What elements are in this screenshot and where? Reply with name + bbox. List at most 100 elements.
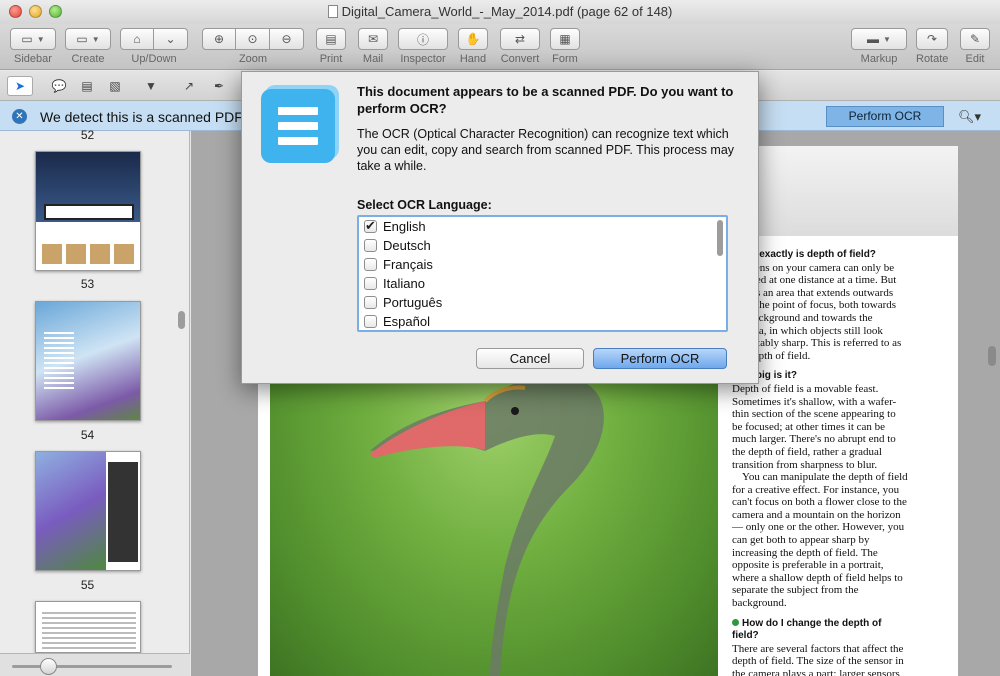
hand-button[interactable]: ✋ xyxy=(458,28,488,50)
convert-label: Convert xyxy=(500,53,540,65)
language-option-français[interactable]: Français xyxy=(359,255,726,274)
create-icon: ▭ xyxy=(76,32,88,46)
page-down-button[interactable]: ⌄ xyxy=(154,28,188,50)
language-option-español[interactable]: Español xyxy=(359,312,726,330)
sidebar-scroll-knob[interactable] xyxy=(178,311,185,329)
thumbnail-size-slider[interactable] xyxy=(12,665,172,668)
zoom-in-icon: ⊕ xyxy=(213,32,225,46)
zoom-actual-icon: ⊙ xyxy=(247,32,258,46)
ocr-language-list[interactable]: English Deutsch Français Italiano Português E… xyxy=(357,215,728,332)
language-label: Français xyxy=(383,257,433,272)
chevron-down-icon: ▼ xyxy=(36,34,45,44)
language-checkbox[interactable] xyxy=(364,315,377,328)
language-checkbox[interactable] xyxy=(364,277,377,290)
document-icon xyxy=(327,5,338,18)
page-thumbnail-56[interactable] xyxy=(35,601,141,653)
page-up-icon: ⌂ xyxy=(133,32,141,46)
language-label: Deutsch xyxy=(383,238,431,253)
form-control[interactable]: ▦ Form xyxy=(550,28,580,65)
thumbnail-title-block xyxy=(44,204,134,220)
edit-button[interactable]: ✎ xyxy=(960,28,990,50)
text-box-tool-button[interactable]: ▤ xyxy=(74,76,100,96)
markup-control[interactable]: ▬ ▼ Markup xyxy=(851,28,907,65)
close-icon[interactable]: ✕ xyxy=(12,109,27,124)
text-icon: ▧ xyxy=(109,79,121,93)
language-option-deutsch[interactable]: Deutsch xyxy=(359,236,726,255)
select-tool-button[interactable]: ➤ xyxy=(7,76,33,96)
cancel-button[interactable]: Cancel xyxy=(476,348,584,369)
language-label: Italiano xyxy=(383,276,425,291)
language-checkbox[interactable] xyxy=(364,258,377,271)
page-number-label: 55 xyxy=(80,578,95,592)
updown-control[interactable]: ⌂ ⌄ Up/Down xyxy=(120,28,188,65)
language-label: Português xyxy=(383,295,443,310)
info-icon: ⓘ xyxy=(416,32,429,47)
print-label: Print xyxy=(319,53,343,65)
main-toolbar: ▭ ▼ Sidebar ▭ ▼ Create ⌂ ⌄ Up/Down ⊕ ⊙ ⊖ Z… xyxy=(0,24,1000,70)
pen-tool-button[interactable]: ✒ xyxy=(206,76,232,96)
page-thumbnail-55[interactable] xyxy=(35,451,141,571)
text-box-icon: ▤ xyxy=(81,79,93,93)
page-up-button[interactable]: ⌂ xyxy=(120,28,154,50)
language-checkbox[interactable] xyxy=(364,239,377,252)
language-list-scrollbar[interactable] xyxy=(717,220,723,256)
thumbnail-strip xyxy=(42,244,136,264)
language-option-english[interactable]: English xyxy=(359,217,726,236)
sidebar-scrollbar[interactable] xyxy=(177,131,186,651)
create-control[interactable]: ▭ ▼ Create xyxy=(65,28,111,65)
mail-control[interactable]: ✉ Mail xyxy=(358,28,388,65)
zoom-in-button[interactable]: ⊕ xyxy=(202,28,236,50)
document-scroll-knob[interactable] xyxy=(988,346,996,366)
language-label: English xyxy=(383,219,426,234)
sidebar-control[interactable]: ▭ ▼ Sidebar xyxy=(10,28,56,65)
search-icon[interactable]: 🔍︎▾ xyxy=(958,109,981,125)
hand-control[interactable]: ✋ Hand xyxy=(458,28,488,65)
thumbnail-size-slider-knob[interactable] xyxy=(40,658,57,675)
page-thumbnails-sidebar: 52 53 54 55 xyxy=(0,128,190,676)
ocr-language-label: Select OCR Language: xyxy=(357,198,492,212)
language-checkbox[interactable] xyxy=(364,218,377,234)
article-heading-with-bullet: How do I change the depth of field? xyxy=(732,618,908,643)
language-checkbox[interactable] xyxy=(364,296,377,309)
markup-label: Markup xyxy=(860,53,898,65)
pencil-icon: ✎ xyxy=(969,32,981,46)
zoom-window-button[interactable] xyxy=(49,5,62,18)
dialog-description: The OCR (Optical Character Recognition) … xyxy=(357,127,735,173)
sidebar-button[interactable]: ▭ ▼ xyxy=(10,28,56,50)
rotate-control[interactable]: ↷ Rotate xyxy=(916,28,948,65)
inspector-button[interactable]: ⓘ xyxy=(398,28,448,50)
form-button[interactable]: ▦ xyxy=(550,28,580,50)
perform-ocr-button[interactable]: Perform OCR xyxy=(593,348,727,369)
mail-button[interactable]: ✉ xyxy=(358,28,388,50)
print-button[interactable]: ▤ xyxy=(316,28,346,50)
markup-icon: ▬ xyxy=(867,32,880,46)
bookmark-tool-button[interactable]: ▼ xyxy=(138,76,164,96)
page-thumbnail-53[interactable] xyxy=(35,151,141,271)
note-tool-button[interactable]: 💬 xyxy=(46,76,72,96)
rotate-button[interactable]: ↷ xyxy=(916,28,948,50)
hand-label: Hand xyxy=(459,53,487,65)
language-option-português[interactable]: Português xyxy=(359,293,726,312)
perform-ocr-bar-button[interactable]: Perform OCR xyxy=(826,106,944,127)
minimize-window-button[interactable] xyxy=(29,5,42,18)
markup-button[interactable]: ▬ ▼ xyxy=(851,28,907,50)
create-button[interactable]: ▭ ▼ xyxy=(65,28,111,50)
hand-icon: ✋ xyxy=(465,32,481,46)
convert-button[interactable]: ⇄ xyxy=(500,28,540,50)
close-window-button[interactable] xyxy=(9,5,22,18)
arrow-pointer-icon: ➤ xyxy=(14,79,26,93)
convert-control[interactable]: ⇄ Convert xyxy=(500,28,540,65)
zoom-out-button[interactable]: ⊖ xyxy=(270,28,304,50)
language-label: Español xyxy=(383,314,430,329)
inspector-control[interactable]: ⓘ Inspector xyxy=(398,28,448,65)
zoom-actual-button[interactable]: ⊙ xyxy=(236,28,270,50)
edit-control[interactable]: ✎ Edit xyxy=(960,28,990,65)
arrow-tool-button[interactable]: ↗ xyxy=(176,76,202,96)
print-control[interactable]: ▤ Print xyxy=(316,28,346,65)
create-label: Create xyxy=(71,53,105,65)
page-thumbnail-54[interactable] xyxy=(35,301,141,421)
zoom-control[interactable]: ⊕ ⊙ ⊖ Zoom xyxy=(202,28,304,65)
sidebar-label: Sidebar xyxy=(14,53,52,65)
language-option-italiano[interactable]: Italiano xyxy=(359,274,726,293)
text-tool-button[interactable]: ▧ xyxy=(102,76,128,96)
